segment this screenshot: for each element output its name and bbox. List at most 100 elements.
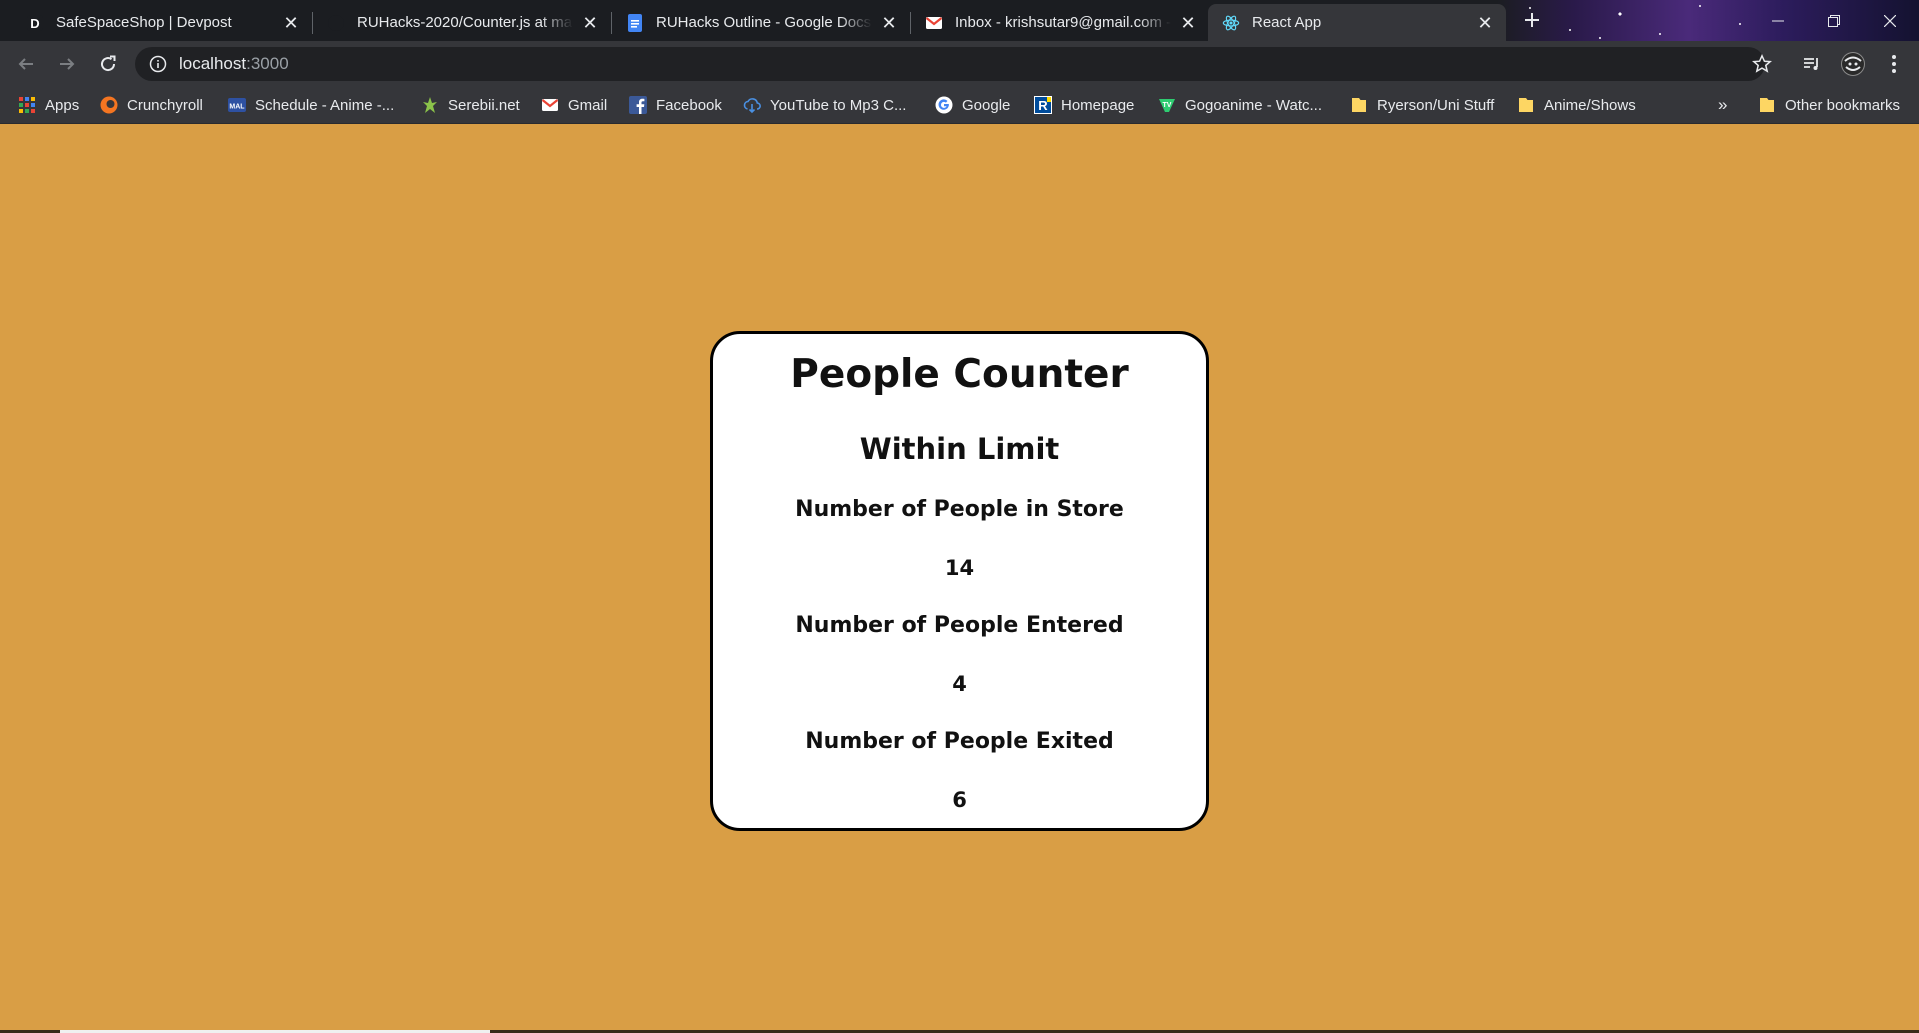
info-icon[interactable] xyxy=(149,55,167,73)
bookmark-homepage[interactable]: R Homepage xyxy=(1034,94,1134,116)
counter-title: People Counter xyxy=(790,352,1129,397)
tab-title: SafeSpaceShop | Devpost xyxy=(56,14,232,31)
page-viewport: People Counter Within Limit Number of Pe… xyxy=(0,124,1919,1033)
google-docs-icon xyxy=(626,13,644,32)
tab-title: RUHacks Outline - Google Docs xyxy=(656,14,872,31)
facebook-icon xyxy=(629,96,647,114)
entered-label: Number of People Entered xyxy=(795,613,1124,638)
chevron-double-right-icon: » xyxy=(1718,95,1728,114)
entered-value: 4 xyxy=(952,672,967,696)
tab-devpost[interactable]: D SafeSpaceShop | Devpost ✕ xyxy=(12,4,312,41)
folder-icon xyxy=(1758,96,1776,114)
restore-icon xyxy=(1828,14,1840,27)
bookmark-youtube-mp3[interactable]: YouTube to Mp3 C... xyxy=(743,94,906,116)
bookmark-label: Ryerson/Uni Stuff xyxy=(1377,96,1495,114)
exited-label: Number of People Exited xyxy=(805,729,1114,754)
people-counter-card: People Counter Within Limit Number of Pe… xyxy=(710,331,1209,831)
bookmark-gmail[interactable]: Gmail xyxy=(541,94,607,116)
serebii-icon xyxy=(421,96,439,114)
url-text: localhost:3000 xyxy=(179,54,289,74)
gmail-icon xyxy=(925,14,943,32)
apps-grid-icon xyxy=(18,96,36,114)
bookmark-folder-ryerson[interactable]: Ryerson/Uni Stuff xyxy=(1350,94,1494,116)
bookmark-label: Crunchyroll xyxy=(127,96,203,114)
in-store-label: Number of People in Store xyxy=(795,497,1124,522)
bookmark-label: Other bookmarks xyxy=(1785,96,1901,114)
bookmark-label: Anime/Shows xyxy=(1544,96,1636,114)
other-bookmarks-folder[interactable]: Other bookmarks xyxy=(1758,94,1900,116)
tab-strip: D SafeSpaceShop | Devpost ✕ RUHacks-2020… xyxy=(0,0,1919,41)
menu-button[interactable] xyxy=(1878,48,1910,80)
bookmark-label: Facebook xyxy=(656,96,722,114)
bookmark-label: Serebii.net xyxy=(448,96,520,114)
media-controls-button[interactable] xyxy=(1796,48,1828,80)
close-icon[interactable]: ✕ xyxy=(581,14,599,32)
ryerson-icon: R xyxy=(1034,96,1052,114)
close-icon[interactable]: ✕ xyxy=(282,14,300,32)
in-store-value: 14 xyxy=(944,556,975,580)
address-bar[interactable]: localhost:3000 xyxy=(135,47,1765,81)
new-tab-button[interactable] xyxy=(1518,6,1546,34)
bookmark-label: Schedule - Anime -... xyxy=(255,96,395,114)
bookmark-label: Apps xyxy=(45,96,80,114)
star-icon xyxy=(1752,54,1772,73)
bookmark-folder-anime[interactable]: Anime/Shows xyxy=(1517,94,1636,116)
svg-text:R: R xyxy=(1038,98,1048,113)
close-icon[interactable]: ✕ xyxy=(880,14,898,32)
avatar-icon xyxy=(1841,52,1865,76)
exited-value: 6 xyxy=(952,788,967,812)
profile-avatar-button[interactable] xyxy=(1837,48,1869,80)
mal-icon: MAL xyxy=(228,96,246,114)
bookmark-mal-schedule[interactable]: MAL Schedule - Anime -... xyxy=(228,94,394,116)
bookmark-gogoanime[interactable]: TV Gogoanime - Watc... xyxy=(1158,94,1322,116)
back-button[interactable] xyxy=(10,48,42,80)
browser-toolbar: localhost:3000 xyxy=(0,41,1919,87)
bookmarks-bar: Apps Crunchyroll MAL Schedule - Anime -.… xyxy=(0,87,1919,124)
github-icon xyxy=(327,14,345,32)
folder-icon xyxy=(1350,96,1368,114)
tab-react-app[interactable]: React App ✕ xyxy=(1208,4,1506,41)
crunchyroll-icon xyxy=(100,96,118,114)
close-icon xyxy=(1884,14,1896,27)
forward-button[interactable] xyxy=(51,48,83,80)
minimize-button[interactable] xyxy=(1750,0,1806,41)
bookmark-serebii[interactable]: Serebii.net xyxy=(421,94,520,116)
bookmark-google[interactable]: Google xyxy=(935,94,1010,116)
react-icon xyxy=(1222,14,1240,32)
tab-title: React App xyxy=(1252,14,1322,31)
reload-button[interactable] xyxy=(92,48,124,80)
gmail-icon xyxy=(541,96,559,114)
bookmark-crunchyroll[interactable]: Crunchyroll xyxy=(100,94,203,116)
tab-gmail[interactable]: Inbox - krishsutar9@gmail.com - Gmail ✕ xyxy=(911,4,1209,41)
download-cloud-icon xyxy=(743,96,761,114)
more-vertical-icon xyxy=(1892,55,1896,73)
tab-google-docs[interactable]: RUHacks Outline - Google Docs ✕ xyxy=(612,4,910,41)
bookmark-label: Gmail xyxy=(568,96,608,114)
restore-button[interactable] xyxy=(1806,0,1862,41)
forward-arrow-icon xyxy=(60,58,75,70)
bookmarks-overflow-button[interactable]: » xyxy=(1718,94,1727,116)
theme-starfield xyxy=(1510,0,1770,41)
close-icon[interactable]: ✕ xyxy=(1179,14,1197,32)
tab-github[interactable]: RUHacks-2020/Counter.js at master ✕ xyxy=(313,4,611,41)
bookmark-facebook[interactable]: Facebook xyxy=(629,94,722,116)
minimize-icon xyxy=(1772,20,1784,21)
svg-text:D: D xyxy=(30,16,39,31)
gogoanime-icon: TV xyxy=(1158,96,1176,114)
tab-title: Inbox - krishsutar9@gmail.com - Gmail xyxy=(955,14,1171,31)
close-icon[interactable]: ✕ xyxy=(1476,14,1494,32)
bookmark-apps[interactable]: Apps xyxy=(18,94,79,116)
bookmark-star-button[interactable] xyxy=(1746,48,1778,80)
url-port: :3000 xyxy=(246,54,289,73)
google-icon xyxy=(935,96,953,114)
playlist-icon xyxy=(1804,58,1818,70)
bookmark-label: Homepage xyxy=(1061,96,1135,114)
url-host: localhost xyxy=(179,54,247,73)
close-window-button[interactable] xyxy=(1862,0,1918,41)
plus-icon xyxy=(1525,13,1539,27)
bookmark-label: YouTube to Mp3 C... xyxy=(770,96,907,114)
limit-status: Within Limit xyxy=(859,432,1060,466)
reload-icon xyxy=(101,55,116,72)
svg-text:MAL: MAL xyxy=(229,104,245,111)
folder-icon xyxy=(1517,96,1535,114)
